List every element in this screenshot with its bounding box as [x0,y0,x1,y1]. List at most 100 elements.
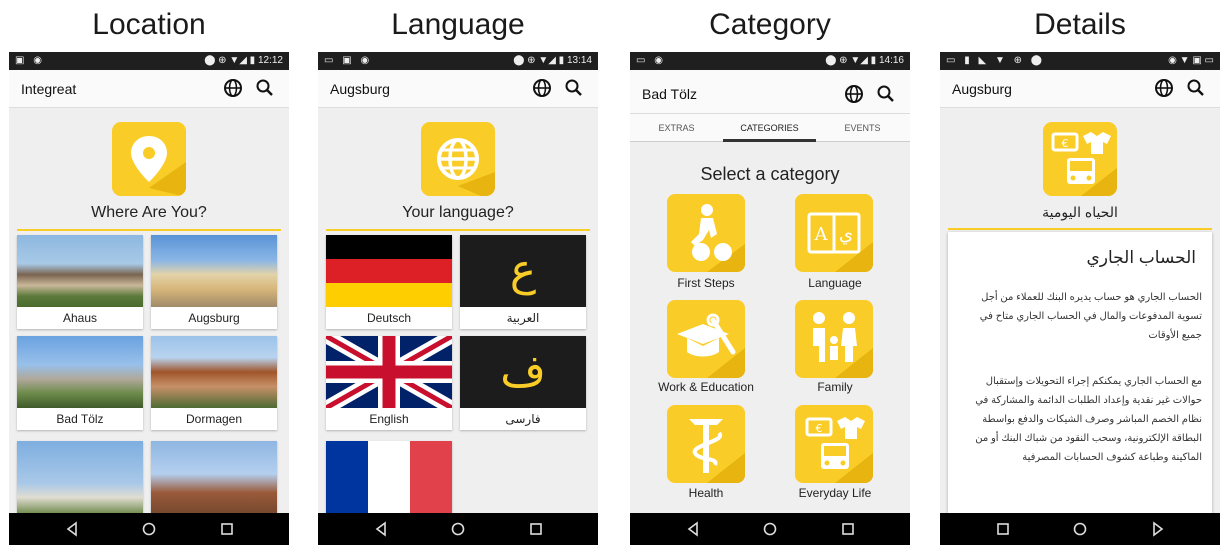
back-icon[interactable] [1150,521,1166,537]
android-nav-bar [318,513,598,545]
app-title: Augsburg [952,81,1012,97]
globe-icon[interactable] [1152,76,1176,100]
app-bar: Augsburg [940,70,1220,108]
language-book-icon[interactable]: Aي [795,194,873,272]
article-paragraph-1: الحساب الجاري هو حساب يديره البنك للعملا… [979,292,1202,341]
accent-divider [326,229,590,231]
uk-flag [326,336,452,415]
tab-extras[interactable]: EXTRAS [630,123,723,133]
back-icon[interactable] [373,521,389,537]
phone-details: ▭ ▮ ◣ ▼ ⊕ ⬤ ◉ ▼ ▣ ▭ Augsburg € الحياه ال… [940,52,1220,545]
everyday-life-icon: € [1043,122,1117,196]
language-name: English [326,408,452,430]
city-tile-bad-toelz[interactable]: Bad Tölz [17,336,143,430]
home-icon[interactable] [450,521,466,537]
family-icon[interactable] [795,300,873,378]
category-label-family: Family [817,380,853,394]
language-name: العربية [460,307,586,329]
home-icon[interactable] [1072,521,1088,537]
city-image [151,235,277,307]
article-title: الحساب الجاري [1086,248,1196,267]
notification-icons: ▭ ▣ ◉ [324,55,373,66]
city-tile-ahaus[interactable]: Ahaus [17,235,143,329]
globe-icon[interactable] [530,76,554,100]
status-indicators: ⬤ ⊕ ▼◢ ▮ 14:16 [825,55,904,66]
active-tab-indicator [723,139,816,142]
city-tile-dormagen[interactable]: Dormagen [151,336,277,430]
location-pin-icon [112,122,186,196]
city-image [151,336,277,408]
svg-text:A: A [814,224,829,245]
status-bar: ▭ ▣ ◉ ⬤ ⊕ ▼◢ ▮ 13:14 [318,52,598,70]
city-name: Ahaus [17,307,143,329]
article-card: الحساب الجاري الحساب الجاري هو حساب يدير… [948,232,1212,532]
notification-icons: ▣ ◉ [15,55,45,66]
globe-icon[interactable] [842,82,866,106]
status-bar: ▣ ◉ ⬤ ⊕ ▼◢ ▮ 12:12 [9,52,289,70]
category-heading: Select a category [700,164,840,184]
status-indicators: ⬤ ⊕ ▼◢ ▮ 12:12 [204,55,283,66]
city-name: Bad Tölz [17,408,143,430]
language-prompt: Your language? [402,204,514,221]
city-name: Augsburg [151,307,277,329]
city-image [17,235,143,307]
phone-location: ▣ ◉ ⬤ ⊕ ▼◢ ▮ 12:12 Integreat Where Are Y… [9,52,289,545]
location-prompt: Where Are You? [91,204,207,221]
category-label-arabic: الحياه اليومية [1042,204,1118,220]
app-bar: Integreat [9,70,289,108]
language-tile-arabic[interactable]: ع العربية [460,235,586,329]
status-bar: ▭ ◉ ⬤ ⊕ ▼◢ ▮ 14:16 [630,52,910,70]
work-education-icon[interactable] [667,300,745,378]
search-icon[interactable] [562,76,586,100]
column-heading-details: Details [1034,8,1126,41]
language-globe-icon [421,122,495,196]
search-icon[interactable] [874,82,898,106]
app-title: Integreat [21,81,77,97]
tab-events[interactable]: EVENTS [816,123,909,133]
arabic-glyph: ع [460,235,586,307]
app-title: Augsburg [330,81,390,97]
app-title: Bad Tölz [642,86,697,102]
status-indicators: ◉ ▼ ▣ ▭ [1168,55,1214,66]
language-tile-english[interactable]: English [326,336,452,430]
tab-bar: EXTRAS CATEGORIES EVENTS [630,114,910,142]
language-tile-deutsch[interactable]: Deutsch [326,235,452,329]
everyday-life-icon[interactable]: € [795,405,873,483]
back-icon[interactable] [64,521,80,537]
recents-icon[interactable] [840,521,856,537]
category-label-work-education: Work & Education [658,380,754,394]
accent-divider [948,228,1212,230]
category-label-first-steps: First Steps [677,276,735,290]
search-icon[interactable] [253,76,277,100]
back-icon[interactable] [685,521,701,537]
svg-text:€: € [1062,137,1069,150]
recents-icon[interactable] [528,521,544,537]
status-time: 14:16 [878,55,904,66]
android-nav-bar [630,513,910,545]
status-bar: ▭ ▮ ◣ ▼ ⊕ ⬤ ◉ ▼ ▣ ▭ [940,52,1220,70]
city-name: Dormagen [151,408,277,430]
globe-icon[interactable] [221,76,245,100]
language-tile-farsi[interactable]: ف فارسی [460,336,586,430]
notification-icons: ▭ ◉ [636,55,666,66]
category-label-health: Health [688,486,724,500]
category-label-language: Language [808,276,862,290]
recents-icon[interactable] [219,521,235,537]
home-icon[interactable] [141,521,157,537]
phone-category: ▭ ◉ ⬤ ⊕ ▼◢ ▮ 14:16 Bad Tölz EXTRAS CATEG… [630,52,910,545]
city-tile-augsburg[interactable]: Augsburg [151,235,277,329]
health-icon[interactable] [667,405,745,483]
home-icon[interactable] [762,521,778,537]
recents-icon[interactable] [995,521,1011,537]
german-flag [326,235,452,307]
accent-divider [17,229,281,231]
app-bar: Bad Tölz [630,70,910,114]
search-icon[interactable] [1184,76,1208,100]
tab-categories[interactable]: CATEGORIES [723,123,816,133]
language-name: فارسی [460,408,586,430]
status-time: 12:12 [257,55,283,66]
first-steps-icon[interactable] [667,194,745,272]
app-bar: Augsburg [318,70,598,108]
android-nav-bar [940,513,1220,545]
article-paragraph-2: مع الحساب الجاري يمكنكم إجراء التحويلات … [975,376,1202,463]
